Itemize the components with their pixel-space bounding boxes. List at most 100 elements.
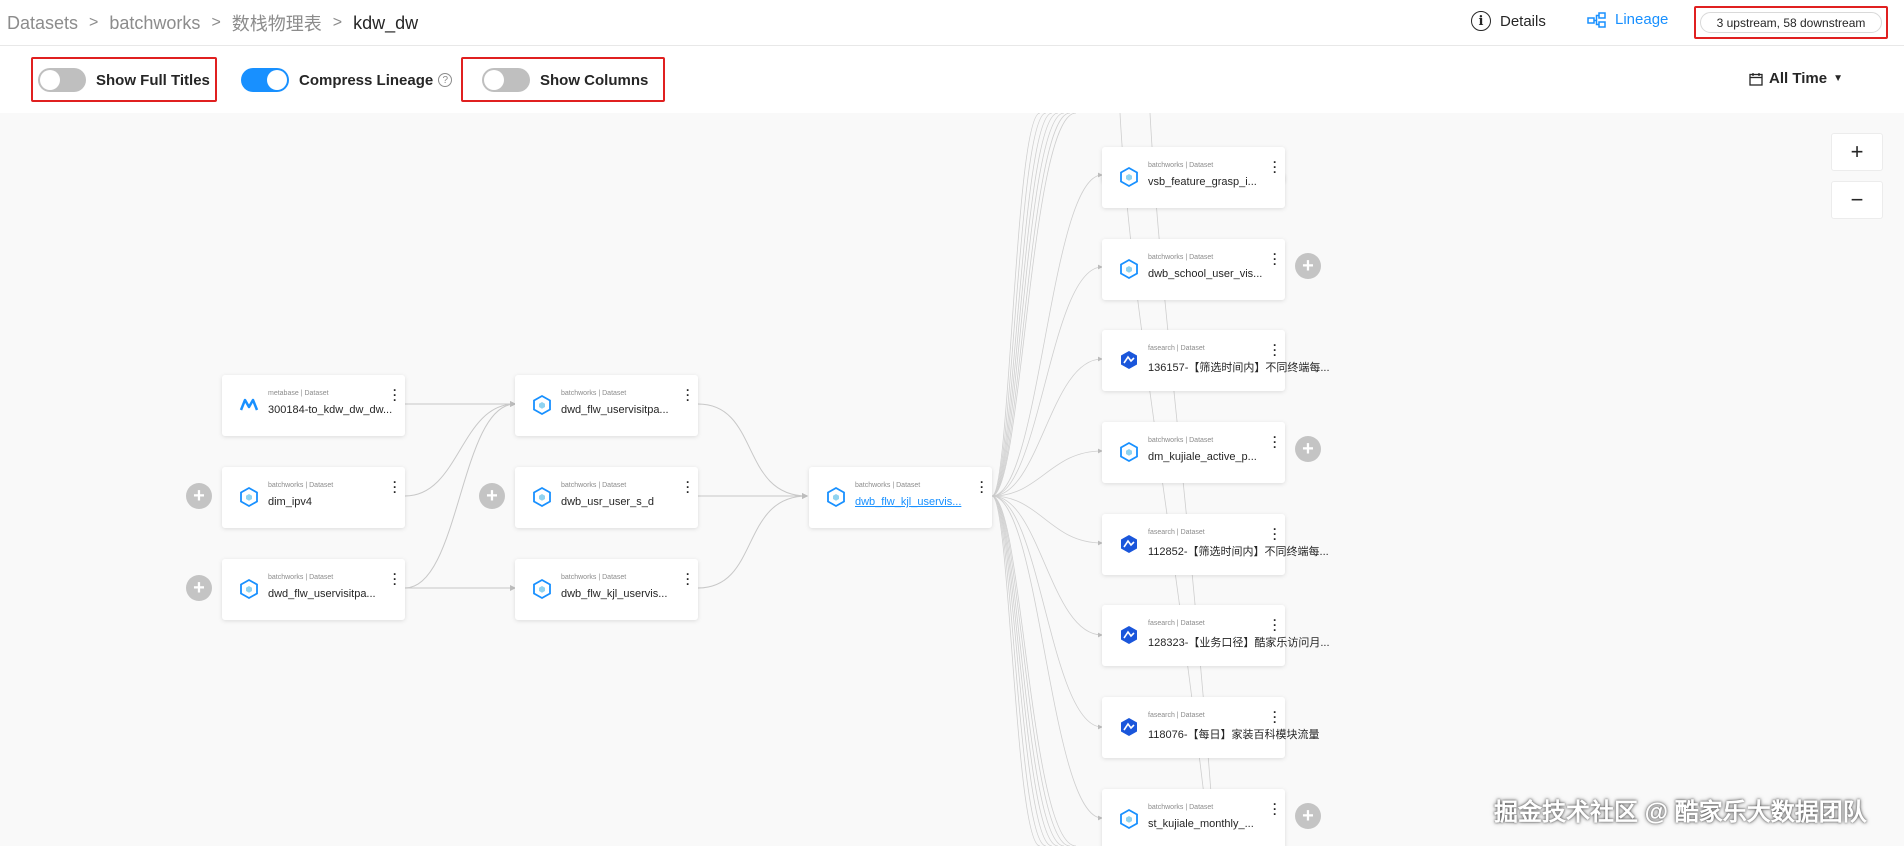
lineage-node-upstream[interactable]: batchworks | Dataset dim_ipv4 · · · [222, 467, 405, 528]
more-vertical-icon[interactable]: · · · [393, 384, 397, 406]
dataset-hex-icon [533, 486, 551, 508]
more-vertical-icon[interactable]: · · · [686, 476, 690, 498]
more-vertical-icon[interactable]: · · · [980, 476, 984, 498]
more-vertical-icon[interactable]: · · · [393, 476, 397, 498]
node-title[interactable]: dm_kujiale_active_p... [1148, 451, 1278, 463]
node-title[interactable]: 136157-【筛选时间内】不同终端每... [1148, 359, 1330, 375]
lineage-node-downstream[interactable]: batchworks | Dataset dm_kujiale_active_p… [1102, 422, 1285, 483]
node-meta: batchworks | Dataset [268, 482, 334, 489]
time-filter-label: All Time [1769, 70, 1828, 87]
lineage-node-downstream[interactable]: batchworks | Dataset vsb_feature_grasp_i… [1102, 147, 1285, 208]
node-title[interactable]: vsb_feature_grasp_i... [1148, 176, 1278, 188]
fasearch-icon [1121, 626, 1137, 644]
dataset-hex-icon [1120, 166, 1138, 188]
node-title[interactable]: dwd_flw_uservisitpa... [561, 404, 691, 416]
expand-downstream-button[interactable]: + [1295, 436, 1321, 462]
lineage-node-upstream[interactable]: batchworks | Dataset dwd_flw_uservisitpa… [222, 559, 405, 620]
node-title[interactable]: dwb_flw_kjl_uservis... [561, 588, 691, 600]
more-vertical-icon[interactable]: · · · [1273, 614, 1277, 636]
node-meta: metabase | Dataset [268, 390, 329, 397]
lineage-node-focused[interactable]: batchworks | Dataset dwb_flw_kjl_uservis… [809, 467, 992, 528]
compress-lineage-label: Compress Lineage [299, 71, 434, 89]
breadcrumb-physical-tables[interactable]: 数栈物理表 [232, 10, 322, 36]
dataset-hex-icon [240, 486, 258, 508]
plus-icon: + [1302, 255, 1314, 277]
more-vertical-icon[interactable]: · · · [1273, 431, 1277, 453]
more-vertical-icon[interactable]: · · · [1273, 156, 1277, 178]
calendar-icon [1749, 72, 1763, 86]
node-title[interactable]: 118076-【每日】家装百科模块流量 [1148, 726, 1328, 742]
node-title[interactable]: dwb_school_user_vis... [1148, 268, 1278, 280]
lineage-node-downstream[interactable]: batchworks | Dataset dwb_school_user_vis… [1102, 239, 1285, 300]
node-title[interactable]: dim_ipv4 [268, 496, 398, 508]
node-meta: fasearch | Dataset [1148, 529, 1205, 536]
breadcrumb-batchworks[interactable]: batchworks [109, 13, 200, 34]
lineage-node-upstream[interactable]: batchworks | Dataset dwb_flw_kjl_uservis… [515, 559, 698, 620]
node-title[interactable]: dwb_flw_kjl_uservis... [855, 496, 985, 508]
node-title[interactable]: 300184-to_kdw_dw_dw... [268, 404, 398, 416]
show-columns-toggle[interactable]: Show Columns [482, 68, 648, 92]
more-vertical-icon[interactable]: · · · [1273, 523, 1277, 545]
node-meta: fasearch | Dataset [1148, 712, 1205, 719]
compress-lineage-toggle[interactable]: Compress Lineage ? [241, 68, 453, 92]
node-title[interactable]: dwb_usr_user_s_d [561, 496, 691, 508]
more-vertical-icon[interactable]: · · · [686, 568, 690, 590]
node-meta: batchworks | Dataset [1148, 162, 1214, 169]
more-vertical-icon[interactable]: · · · [1273, 798, 1277, 820]
node-meta: batchworks | Dataset [855, 482, 921, 489]
lineage-node-upstream[interactable]: batchworks | Dataset dwd_flw_uservisitpa… [515, 375, 698, 436]
tab-lineage-label: Lineage [1615, 11, 1669, 28]
expand-upstream-button[interactable]: + [186, 483, 212, 509]
lineage-node-downstream[interactable]: fasearch | Dataset 136157-【筛选时间内】不同终端每..… [1102, 330, 1330, 391]
expand-upstream-button[interactable]: + [479, 483, 505, 509]
breadcrumb-separator: > [211, 14, 221, 31]
node-meta: fasearch | Dataset [1148, 345, 1205, 352]
plus-icon: + [486, 485, 498, 507]
node-meta: batchworks | Dataset [1148, 437, 1214, 444]
question-icon[interactable]: ? [438, 73, 453, 87]
zoom-in-button[interactable]: + [1831, 133, 1883, 171]
node-title[interactable]: 112852-【筛选时间内】不同终端每... [1148, 543, 1329, 559]
node-meta: batchworks | Dataset [1148, 254, 1214, 261]
expand-downstream-button[interactable]: + [1295, 803, 1321, 829]
more-vertical-icon[interactable]: · · · [1273, 339, 1277, 361]
more-vertical-icon[interactable]: · · · [686, 384, 690, 406]
show-full-titles-switch[interactable] [38, 68, 86, 92]
zoom-out-button[interactable]: − [1831, 181, 1883, 219]
lineage-count-highlight: 3 upstream, 58 downstream [1694, 6, 1888, 39]
node-meta: batchworks | Dataset [1148, 804, 1214, 811]
plus-icon: + [193, 485, 205, 507]
more-vertical-icon[interactable]: · · · [1273, 248, 1277, 270]
compress-lineage-switch[interactable] [241, 68, 289, 92]
breadcrumb-datasets[interactable]: Datasets [7, 13, 78, 34]
show-columns-switch[interactable] [482, 68, 530, 92]
more-vertical-icon[interactable]: · · · [393, 568, 397, 590]
node-title[interactable]: dwd_flw_uservisitpa... [268, 588, 398, 600]
lineage-node-downstream[interactable]: fasearch | Dataset 112852-【筛选时间内】不同终端每..… [1102, 514, 1329, 575]
breadcrumb-separator: > [89, 14, 99, 31]
lineage-icon [1587, 11, 1606, 28]
lineage-node-downstream[interactable]: fasearch | Dataset 118076-【每日】家装百科模块流量 ·… [1102, 697, 1320, 758]
more-vertical-icon[interactable]: · · · [1273, 706, 1277, 728]
node-meta: batchworks | Dataset [561, 482, 627, 489]
expand-upstream-button[interactable]: + [186, 575, 212, 601]
breadcrumb-separator: > [332, 14, 343, 31]
fasearch-icon [1121, 535, 1137, 553]
show-full-titles-toggle[interactable]: Show Full Titles [38, 68, 210, 92]
tab-details[interactable]: i Details [1471, 11, 1546, 31]
lineage-canvas[interactable]: metabase | Dataset 300184-to_kdw_dw_dw..… [0, 113, 1904, 846]
node-title[interactable]: st_kujiale_monthly_... [1148, 818, 1278, 830]
breadcrumb-current: kdw_dw [353, 12, 419, 33]
node-meta: batchworks | Dataset [561, 390, 627, 397]
lineage-node-downstream[interactable]: fasearch | Dataset 128323-【业务口径】酷家乐访问月..… [1102, 605, 1330, 666]
lineage-count-badge: 3 upstream, 58 downstream [1700, 12, 1882, 33]
dataset-hex-icon [1120, 808, 1138, 830]
plus-icon: + [1302, 805, 1314, 827]
lineage-node-upstream[interactable]: batchworks | Dataset dwb_usr_user_s_d · ·… [515, 467, 698, 528]
lineage-node-upstream[interactable]: metabase | Dataset 300184-to_kdw_dw_dw..… [222, 375, 405, 436]
time-filter-dropdown[interactable]: All Time ▼ [1749, 70, 1843, 87]
expand-downstream-button[interactable]: + [1295, 253, 1321, 279]
tab-lineage[interactable]: Lineage [1587, 11, 1668, 28]
node-title[interactable]: 128323-【业务口径】酷家乐访问月... [1148, 634, 1330, 650]
lineage-node-downstream[interactable]: batchworks | Dataset st_kujiale_monthly_… [1102, 789, 1285, 846]
